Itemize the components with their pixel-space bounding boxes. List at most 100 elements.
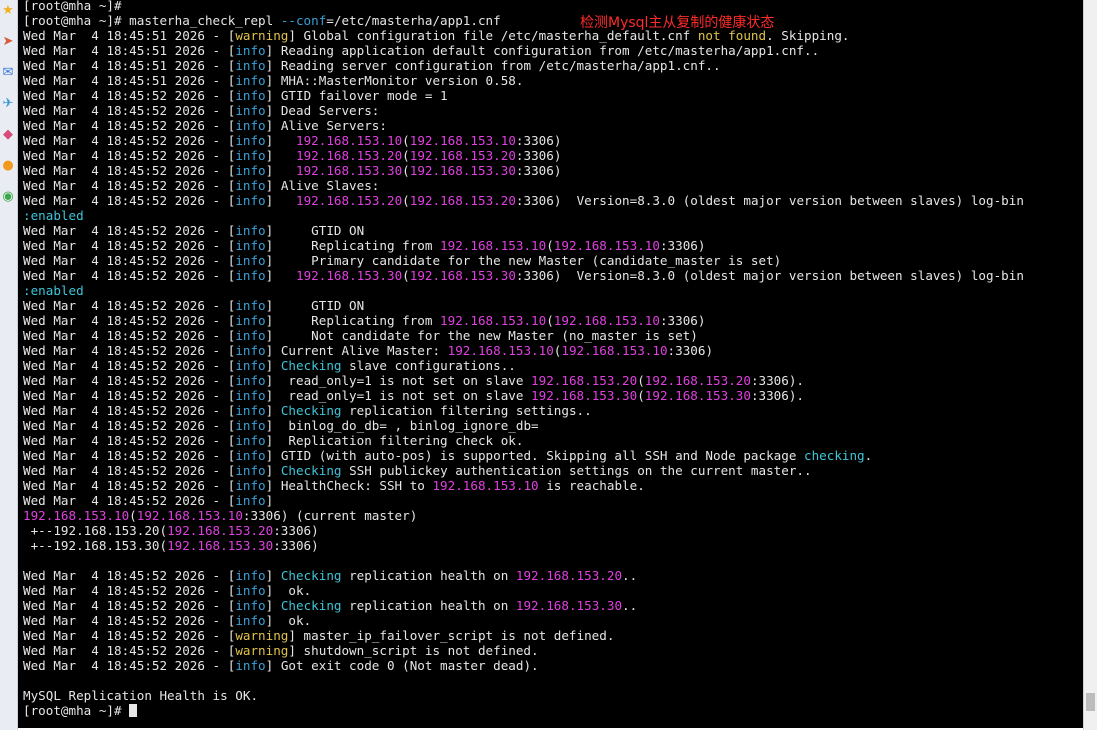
terminal-text-segment: slave configurations.. xyxy=(341,358,516,373)
terminal-text-segment: info xyxy=(235,463,266,478)
terminal-line: Wed Mar 4 18:45:52 2026 - [info] Got exi… xyxy=(23,658,1024,673)
terminal-text-segment: info xyxy=(235,328,266,343)
terminal-line: Wed Mar 4 18:45:52 2026 - [info] read_on… xyxy=(23,373,1024,388)
terminal-text-segment: 192.168.153.20 xyxy=(644,373,751,388)
terminal-line: Wed Mar 4 18:45:52 2026 - [warning] shut… xyxy=(23,643,1024,658)
terminal-line: :enabled xyxy=(23,283,1024,298)
terminal-text-segment: 192.168.153.20 xyxy=(531,373,638,388)
terminal-text-segment: info xyxy=(235,268,266,283)
terminal-text-segment: :3306) xyxy=(515,148,562,163)
terminal-line: Wed Mar 4 18:45:52 2026 - [info] 192.168… xyxy=(23,193,1024,208)
terminal-text-segment: 192.168.153.30 xyxy=(531,388,638,403)
terminal-text-segment: :enabled xyxy=(23,208,84,223)
terminal-line: Wed Mar 4 18:45:51 2026 - [info] Reading… xyxy=(23,58,1024,73)
terminal-text-segment: 192.168.153.20 xyxy=(296,193,403,208)
scrollbar-thumb[interactable] xyxy=(1086,693,1095,711)
left-app-strip: ★ ➤ ✉ ✈ ◆ ● ◉ xyxy=(0,0,18,730)
terminal-text-segment: info xyxy=(235,58,266,73)
terminal-text-segment: info xyxy=(235,298,266,313)
terminal-text-segment: Wed Mar 4 18:45:52 2026 - [ xyxy=(23,388,236,403)
terminal-line: Wed Mar 4 18:45:52 2026 - [info] xyxy=(23,493,1024,508)
chrome-icon[interactable]: ◉ xyxy=(1,190,15,204)
terminal-line: [root@mha ~]# xyxy=(23,0,1024,13)
terminal-line: Wed Mar 4 18:45:52 2026 - [info] 192.168… xyxy=(23,133,1024,148)
terminal-text-segment: :3306) Version=8.3.0 (oldest major versi… xyxy=(515,268,1024,283)
vertical-scrollbar[interactable] xyxy=(1083,0,1097,730)
terminal-text-segment: ( xyxy=(402,163,410,178)
terminal-text-segment: ( xyxy=(402,268,410,283)
terminal-line: Wed Mar 4 18:45:52 2026 - [info] Replica… xyxy=(23,313,1024,328)
star-icon[interactable]: ★ xyxy=(1,4,15,18)
terminal-text-segment: .. xyxy=(622,598,638,613)
terminal-text-segment: 192.168.153.30 xyxy=(644,388,751,403)
terminal-line: Wed Mar 4 18:45:52 2026 - [info] Alive S… xyxy=(23,178,1024,193)
terminal-text-segment: replication health on xyxy=(341,598,516,613)
terminal-text-segment: ( xyxy=(546,238,554,253)
terminal-text-segment: 192.168.153.10 xyxy=(553,313,660,328)
terminal-text-segment: info xyxy=(235,118,266,133)
terminal-text-segment: +--192.168.153.20( xyxy=(23,523,168,538)
terminal-text-segment: ] xyxy=(265,568,281,583)
terminal-text-segment: Checking xyxy=(280,598,342,613)
terminal-text-segment: :enabled xyxy=(23,283,84,298)
arrow-icon[interactable]: ➤ xyxy=(1,35,15,49)
terminal-text-segment: info xyxy=(235,88,266,103)
terminal-text-segment: info xyxy=(235,493,266,508)
terminal-text-segment: Wed Mar 4 18:45:52 2026 - [ xyxy=(23,88,236,103)
terminal-cursor xyxy=(129,704,138,717)
terminal-line: Wed Mar 4 18:45:52 2026 - [info] GTID ON xyxy=(23,298,1024,313)
terminal-text-segment: ] xyxy=(265,133,296,148)
terminal-text-segment: info xyxy=(235,433,266,448)
terminal-line: Wed Mar 4 18:45:52 2026 - [info] Not can… xyxy=(23,328,1024,343)
terminal-text-segment: Wed Mar 4 18:45:52 2026 - [ xyxy=(23,448,236,463)
terminal-text-segment: Wed Mar 4 18:45:52 2026 - [ xyxy=(23,238,236,253)
terminal-text-segment: info xyxy=(235,373,266,388)
terminal-line: [root@mha ~]# xyxy=(23,703,1024,718)
terminal-text-segment: ] shutdown_script is not defined. xyxy=(288,643,539,658)
terminal-line: Wed Mar 4 18:45:52 2026 - [info] binlog_… xyxy=(23,418,1024,433)
send-icon[interactable]: ✈ xyxy=(1,97,15,111)
terminal-text-segment: Checking xyxy=(280,358,342,373)
terminal-text-segment: info xyxy=(235,568,266,583)
terminal-text-segment: ] Current Alive Master: xyxy=(265,343,448,358)
terminal-text-segment: info xyxy=(235,133,266,148)
terminal-line: Wed Mar 4 18:45:52 2026 - [info] Alive S… xyxy=(23,118,1024,133)
terminal-text-segment: 192.168.153.10 xyxy=(296,133,403,148)
tag-icon[interactable]: ◆ xyxy=(1,128,15,142)
terminal-text-segment: 192.168.153.10 xyxy=(561,343,668,358)
terminal-line: Wed Mar 4 18:45:52 2026 - [warning] mast… xyxy=(23,628,1024,643)
terminal-text-segment: info xyxy=(235,193,266,208)
terminal-text-segment: ] GTID ON xyxy=(265,223,365,238)
terminal-text-segment: Wed Mar 4 18:45:52 2026 - [ xyxy=(23,403,236,418)
terminal-text-segment: info xyxy=(235,73,266,88)
terminal-window[interactable]: [root@mha ~]# [root@mha ~]# masterha_chec… xyxy=(18,0,1084,730)
terminal-line: MySQL Replication Health is OK. xyxy=(23,688,1024,703)
circle-icon[interactable]: ● xyxy=(1,159,15,173)
terminal-text-segment: Wed Mar 4 18:45:51 2026 - [ xyxy=(23,43,236,58)
terminal-text-segment: =/etc/masterha/app1.cnf xyxy=(326,13,501,28)
mail-icon[interactable]: ✉ xyxy=(1,66,15,80)
terminal-line: +--192.168.153.30(192.168.153.30:3306) xyxy=(23,538,1024,553)
terminal-text-segment: :3306) Version=8.3.0 (oldest major versi… xyxy=(515,193,1024,208)
terminal-text-segment: ] Replicating from xyxy=(265,313,441,328)
terminal-text-segment: :3306) (current master) xyxy=(242,508,418,523)
terminal-line: Wed Mar 4 18:45:52 2026 - [info] HealthC… xyxy=(23,478,1024,493)
terminal-text-segment: Wed Mar 4 18:45:52 2026 - [ xyxy=(23,433,236,448)
terminal-text-segment: :3306) xyxy=(667,343,714,358)
terminal-text-segment: ] Got exit code 0 (Not master dead). xyxy=(265,658,539,673)
terminal-text-segment: ] ok. xyxy=(265,613,312,628)
terminal-line: Wed Mar 4 18:45:52 2026 - [info] 192.168… xyxy=(23,148,1024,163)
terminal-text-segment: ( xyxy=(129,508,137,523)
terminal-text-segment: Wed Mar 4 18:45:52 2026 - [ xyxy=(23,178,236,193)
terminal-text-segment: 192.168.153.20 xyxy=(409,148,516,163)
terminal-text-segment: ( xyxy=(402,148,410,163)
terminal-text-segment: Wed Mar 4 18:45:52 2026 - [ xyxy=(23,583,236,598)
terminal-text-segment: [root@mha ~]# masterha_check_repl xyxy=(23,13,281,28)
terminal-text-segment: .. xyxy=(622,568,638,583)
terminal-text-segment: :3306) xyxy=(515,133,562,148)
terminal-text-segment: 192.168.153.30 xyxy=(296,163,403,178)
terminal-line: Wed Mar 4 18:45:52 2026 - [info] ok. xyxy=(23,613,1024,628)
terminal-text-segment: SSH publickey authentication settings on… xyxy=(341,463,812,478)
terminal-text-segment: 192.168.153.10 xyxy=(23,508,130,523)
terminal-line: Wed Mar 4 18:45:52 2026 - [info] GTID (w… xyxy=(23,448,1024,463)
